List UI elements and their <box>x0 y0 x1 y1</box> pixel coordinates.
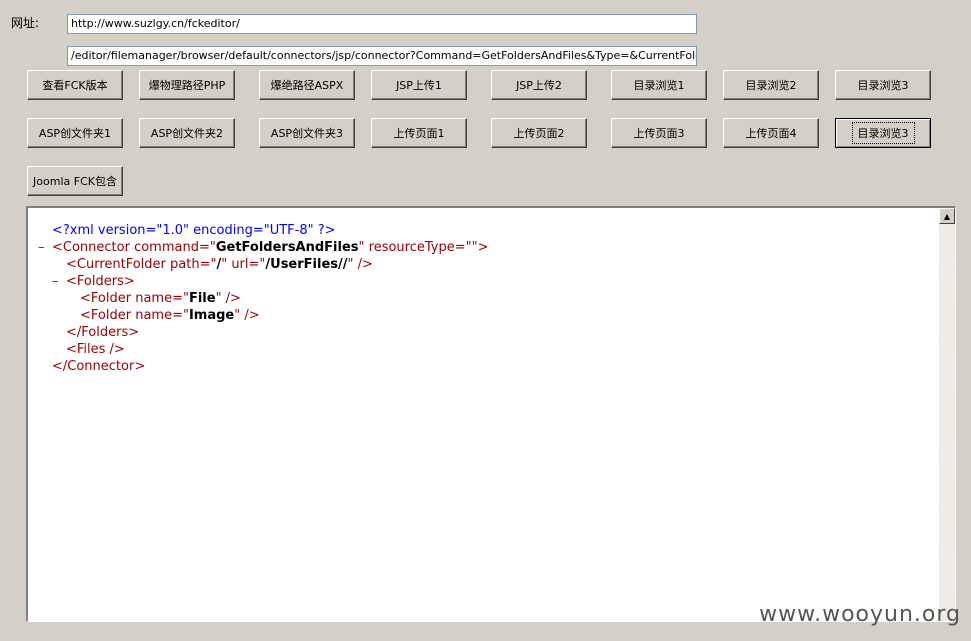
upload-page-1-button[interactable]: 上传页面1 <box>371 118 467 148</box>
upload-page-2-button[interactable]: 上传页面2 <box>491 118 587 148</box>
xml-tag: " url=" <box>221 257 266 272</box>
aspx-path-button[interactable]: 爆绝路径ASPX <box>259 70 355 100</box>
button-label: ASP创文件夹2 <box>150 127 224 140</box>
xml-declaration: <?xml version="1.0" encoding="UTF-8" ?> <box>52 223 336 238</box>
xml-tag: " /> <box>234 308 260 323</box>
folder-image-line: <Folder name="Image" /> <box>38 307 488 324</box>
button-label: 目录浏览3 <box>851 122 915 144</box>
button-label: ASP创文件夹3 <box>270 127 344 140</box>
xml-tag: <Folders> <box>66 274 135 289</box>
button-label: JSP上传1 <box>396 79 442 92</box>
jsp-upload-2-button[interactable]: JSP上传2 <box>491 70 587 100</box>
connector-open-line: – <Connector command="GetFoldersAndFiles"… <box>38 239 488 256</box>
button-label: JSP上传2 <box>516 79 562 92</box>
xml-tag: <Connector command=" <box>52 240 216 255</box>
browse-dir-1-button[interactable]: 目录浏览1 <box>611 70 707 100</box>
watermark: www.wooyun.org <box>759 602 961 627</box>
url-input[interactable]: http://www.suzlgy.cn/fckeditor/ <box>67 14 697 34</box>
fck-version-button[interactable]: 查看FCK版本 <box>27 70 123 100</box>
scroll-up-arrow-icon[interactable]: ▲ <box>939 208 955 224</box>
button-label: 上传页面4 <box>745 127 797 140</box>
xml-tree: <?xml version="1.0" encoding="UTF-8" ?> … <box>38 222 488 375</box>
asp-mkdir-2-button[interactable]: ASP创文件夹2 <box>139 118 235 148</box>
files-line: <Files /> <box>38 341 488 358</box>
button-label: 上传页面1 <box>393 127 445 140</box>
upload-page-4-button[interactable]: 上传页面4 <box>723 118 819 148</box>
browse-dir-3-button[interactable]: 目录浏览3 <box>835 70 931 100</box>
button-label: 目录浏览1 <box>633 79 685 92</box>
xml-tag: <Folder name=" <box>80 308 189 323</box>
folders-open-line: – <Folders> <box>38 273 488 290</box>
xml-tag: <Files /> <box>66 342 125 357</box>
xml-tag: <Folder name=" <box>80 291 189 306</box>
xml-declaration-line: <?xml version="1.0" encoding="UTF-8" ?> <box>38 222 488 239</box>
xml-tag: </Connector> <box>52 359 146 374</box>
upload-page-3-button[interactable]: 上传页面3 <box>611 118 707 148</box>
connector-path-input[interactable]: /editor/filemanager/browser/default/conn… <box>67 46 697 66</box>
url-label: 网址: <box>11 16 40 30</box>
xml-attr-value: File <box>188 291 216 306</box>
joomla-fck-include-button[interactable]: Joomla FCK包含 <box>27 166 123 196</box>
button-label: 上传页面2 <box>513 127 565 140</box>
button-label: Joomla FCK包含 <box>33 175 117 188</box>
folders-close-line: </Folders> <box>38 324 488 341</box>
xml-viewer[interactable]: <?xml version="1.0" encoding="UTF-8" ?> … <box>26 206 956 622</box>
collapse-toggle[interactable]: – <box>52 273 66 290</box>
xml-attr-value: /UserFiles// <box>265 257 348 272</box>
browse-dir-3-alt-button[interactable]: 目录浏览3 <box>835 118 931 148</box>
button-label: ASP创文件夹1 <box>38 127 112 140</box>
folder-file-line: <Folder name="File" /> <box>38 290 488 307</box>
button-label: 爆绝路径ASPX <box>270 79 344 92</box>
asp-mkdir-3-button[interactable]: ASP创文件夹3 <box>259 118 355 148</box>
xml-tag: " /> <box>347 257 373 272</box>
current-folder-line: <CurrentFolder path="/" url="/UserFiles/… <box>38 256 488 273</box>
button-label: 目录浏览3 <box>857 79 909 92</box>
connector-close-line: </Connector> <box>38 358 488 375</box>
jsp-upload-1-button[interactable]: JSP上传1 <box>371 70 467 100</box>
browse-dir-2-button[interactable]: 目录浏览2 <box>723 70 819 100</box>
button-label: 目录浏览2 <box>745 79 797 92</box>
asp-mkdir-1-button[interactable]: ASP创文件夹1 <box>27 118 123 148</box>
collapse-toggle[interactable]: – <box>38 239 52 256</box>
xml-tag: </Folders> <box>66 325 140 340</box>
button-label: 上传页面3 <box>633 127 685 140</box>
button-label: 查看FCK版本 <box>42 79 108 92</box>
xml-tag: "> <box>471 240 489 255</box>
button-label: 爆物理路径PHP <box>148 79 226 92</box>
php-path-button[interactable]: 爆物理路径PHP <box>139 70 235 100</box>
vertical-scrollbar[interactable]: ▲ <box>939 208 955 621</box>
xml-tag: " resourceType=" <box>358 240 472 255</box>
xml-attr-value: Image <box>188 308 235 323</box>
xml-tag: " /> <box>215 291 241 306</box>
xml-tag: <CurrentFolder path=" <box>66 257 217 272</box>
xml-attr-value: GetFoldersAndFiles <box>215 240 359 255</box>
